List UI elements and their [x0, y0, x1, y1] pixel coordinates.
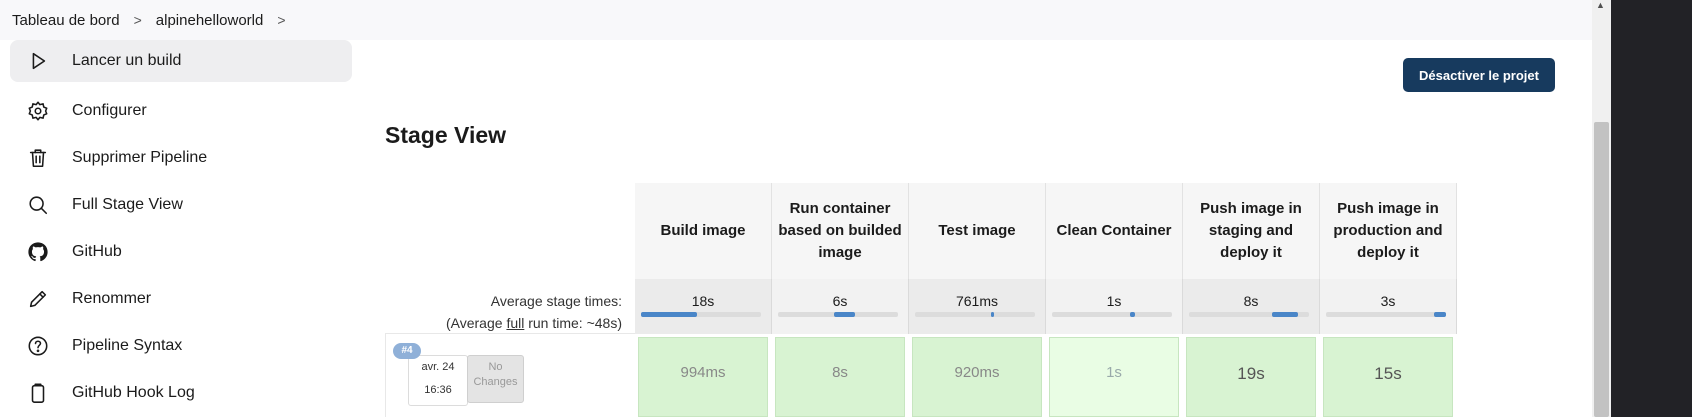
- stage-average: 3s: [1320, 279, 1457, 334]
- stage-run-cell[interactable]: 19s: [1186, 337, 1316, 417]
- sidebar-item-label: GitHub Hook Log: [72, 383, 195, 401]
- window-background: [1611, 0, 1692, 417]
- stage-run-cell[interactable]: 15s: [1323, 337, 1453, 417]
- stage-average: 1s: [1046, 279, 1183, 334]
- stage-average: 761ms: [909, 279, 1046, 334]
- sidebar-item-label: Full Stage View: [72, 195, 183, 213]
- sidebar-item-github[interactable]: GitHub: [10, 228, 352, 275]
- gear-icon: [26, 99, 50, 123]
- stage-run-cell[interactable]: 920ms: [912, 337, 1042, 417]
- stage-average: 18s: [635, 279, 772, 334]
- pencil-icon: [26, 287, 50, 311]
- chevron-right-icon[interactable]: >: [277, 12, 285, 28]
- run-number-badge[interactable]: #4: [393, 343, 421, 359]
- stage-header: Build image: [635, 183, 772, 279]
- stage-run-cell[interactable]: 994ms: [638, 337, 768, 417]
- stage-average-bar-fill: [1434, 312, 1446, 317]
- stage-average-bar-fill: [1130, 312, 1135, 317]
- avg-run-time-line: (Average full run time: ~48s): [446, 312, 622, 334]
- stage-average-bar: [1052, 312, 1172, 317]
- stage-run-cell[interactable]: 8s: [775, 337, 905, 417]
- github-icon: [26, 240, 50, 264]
- play-icon: [26, 49, 50, 73]
- avg-run-suffix: run time: ~48s): [524, 315, 622, 331]
- sidebar-item-label: GitHub: [72, 242, 122, 260]
- stage-average-bar: [1326, 312, 1446, 317]
- stage-average-bar-fill: [641, 312, 697, 317]
- sidebar-item-label: Configurer: [72, 101, 147, 119]
- stage-average-bar: [778, 312, 898, 317]
- stage-average-value: 8s: [1243, 293, 1259, 309]
- stage-header: Run container based on builded image: [772, 183, 909, 279]
- search-icon: [26, 193, 50, 217]
- sidebar-item-label: Pipeline Syntax: [72, 336, 183, 354]
- timeline-line: [385, 333, 386, 417]
- full-run-time-link[interactable]: full: [506, 315, 524, 331]
- stage-average-value: 761ms: [955, 293, 999, 309]
- sidebar-item-delete-pipeline[interactable]: Supprimer Pipeline: [10, 134, 352, 181]
- page-title: Stage View: [385, 122, 507, 148]
- stage-average-bar-fill: [834, 312, 855, 317]
- chevron-right-icon: >: [133, 12, 142, 28]
- sidebar-item-label: Renommer: [72, 289, 152, 307]
- run-date: avr. 24: [421, 361, 455, 373]
- sidebar-item-github-hook-log[interactable]: GitHub Hook Log: [10, 369, 352, 416]
- stage-average-value: 3s: [1380, 293, 1396, 309]
- clipboard-icon: [26, 381, 50, 405]
- stage-header: Clean Container: [1046, 183, 1183, 279]
- sidebar-item-pipeline-syntax[interactable]: Pipeline Syntax: [10, 322, 352, 369]
- sidebar: Lancer un build Configurer Supprimer Pip…: [10, 40, 352, 416]
- avg-run-prefix: (Average: [445, 315, 507, 331]
- stage-header: Test image: [909, 183, 1046, 279]
- run-changes-box[interactable]: No Changes: [467, 355, 524, 403]
- sidebar-item-label: Lancer un build: [72, 52, 182, 69]
- stage-average-value: 1s: [1106, 293, 1122, 309]
- stage-header: Push image in staging and deploy it: [1183, 183, 1320, 279]
- trash-icon: [26, 146, 50, 170]
- help-circle-icon: [26, 334, 50, 358]
- scrollbar-thumb[interactable]: [1594, 122, 1609, 417]
- stage-header: Push image in production and deploy it: [1320, 183, 1457, 279]
- sidebar-item-rename[interactable]: Renommer: [10, 275, 352, 322]
- stage-average-value: 18s: [691, 293, 715, 309]
- breadcrumb-project[interactable]: alpinehelloworld: [156, 12, 264, 29]
- stage-average-value: 6s: [832, 293, 848, 309]
- sidebar-item-configure[interactable]: Configurer: [10, 87, 352, 134]
- average-stage-times-label: Average stage times: (Average full run t…: [446, 290, 622, 334]
- stage-average: 6s: [772, 279, 909, 334]
- sidebar-item-full-stage-view[interactable]: Full Stage View: [10, 181, 352, 228]
- stage-average-bar: [915, 312, 1035, 317]
- sidebar-item-build[interactable]: Lancer un build: [10, 40, 352, 82]
- stage-average-bar: [1189, 312, 1309, 317]
- stage-average-bar-fill: [991, 312, 994, 317]
- breadcrumb: Tableau de bord > alpinehelloworld >: [0, 0, 1594, 40]
- stage-average-bar: [641, 312, 761, 317]
- run-date-box[interactable]: avr. 24 16:36: [408, 355, 468, 406]
- stage-run-cell[interactable]: 1s: [1049, 337, 1179, 417]
- stage-average-bar-fill: [1272, 312, 1298, 317]
- stage-average: 8s: [1183, 279, 1320, 334]
- disable-project-button[interactable]: Désactiver le projet: [1403, 58, 1555, 92]
- run-row-divider: [385, 333, 635, 334]
- sidebar-item-label: Supprimer Pipeline: [72, 148, 208, 166]
- avg-times-line: Average stage times:: [490, 293, 622, 309]
- run-time: 16:36: [424, 384, 452, 396]
- scroll-up-arrow-icon[interactable]: ▲: [1596, 0, 1605, 10]
- breadcrumb-dashboard[interactable]: Tableau de bord: [12, 12, 120, 29]
